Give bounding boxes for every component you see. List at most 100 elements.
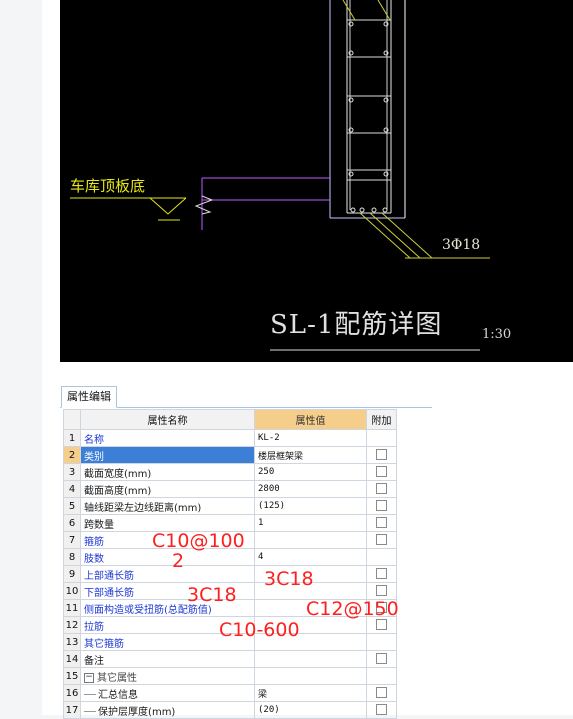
property-row[interactable]: 6 跨数量 1 bbox=[63, 514, 397, 532]
property-name: 肢数 bbox=[84, 553, 104, 565]
rebar-label: 3Φ18 bbox=[442, 237, 481, 253]
property-name-cell[interactable]: 截面高度(mm) bbox=[80, 480, 255, 498]
extra-checkbox[interactable] bbox=[376, 687, 387, 699]
annotation-tie-bar: C10-600 bbox=[219, 619, 300, 641]
column-header-extra[interactable]: 附加 bbox=[366, 409, 397, 430]
row-number[interactable]: 12 bbox=[63, 616, 81, 634]
property-row[interactable]: 14 备注 bbox=[63, 650, 397, 668]
property-row[interactable]: 16 ── 汇总信息梁 bbox=[63, 684, 397, 702]
extra-cell bbox=[366, 650, 397, 668]
extra-checkbox[interactable] bbox=[376, 704, 387, 716]
property-value-cell[interactable]: (20) bbox=[254, 701, 367, 719]
property-name-cell[interactable]: 名称 bbox=[80, 429, 255, 447]
property-name: 名称 bbox=[84, 434, 104, 446]
property-value-cell[interactable]: 梁 bbox=[254, 684, 367, 702]
extra-checkbox[interactable] bbox=[376, 483, 387, 495]
row-number[interactable]: 14 bbox=[63, 650, 81, 668]
property-row[interactable]: 1 名称 KL-2 bbox=[63, 429, 397, 447]
extra-cell bbox=[366, 531, 397, 549]
extra-checkbox[interactable] bbox=[376, 500, 387, 512]
property-row[interactable]: 2 类别 楼层框架梁 bbox=[63, 446, 397, 464]
extra-checkbox[interactable] bbox=[376, 568, 387, 580]
property-name: 跨数量 bbox=[84, 519, 114, 531]
property-value-cell[interactable]: 4 bbox=[254, 548, 367, 566]
property-name-cell[interactable]: 轴线距梁左边线距离(mm) bbox=[80, 497, 255, 515]
column-header-value[interactable]: 属性值 bbox=[254, 409, 367, 430]
row-number[interactable]: 9 bbox=[63, 565, 81, 583]
property-grid: 属性名称 属性值 附加 1 名称 KL-2 2 类别 楼层框架梁 3 截面宽度(mm) 250 4… bbox=[63, 409, 397, 719]
extra-checkbox[interactable] bbox=[376, 517, 387, 529]
extra-cell bbox=[366, 463, 397, 481]
annotation-bottom-bar: 3C18 bbox=[187, 584, 237, 606]
property-value-cell[interactable]: (125) bbox=[254, 497, 367, 515]
row-number[interactable]: 16 bbox=[63, 684, 81, 702]
row-number[interactable]: 13 bbox=[63, 633, 81, 651]
property-value-cell[interactable]: 250 bbox=[254, 463, 367, 481]
property-row[interactable]: 15− 其它属性 bbox=[63, 667, 397, 685]
property-editor-panel: 属性编辑 属性名称 属性值 附加 1 名称 KL-2 2 类别 楼层框架梁 3 截面宽度(mm… bbox=[60, 385, 432, 719]
property-name: 汇总信息 bbox=[98, 689, 139, 701]
row-number[interactable]: 7 bbox=[63, 531, 81, 549]
property-value-cell[interactable]: 1 bbox=[254, 514, 367, 532]
tab-strip: 属性编辑 bbox=[60, 385, 432, 408]
row-number[interactable]: 11 bbox=[63, 599, 81, 617]
drawing-scale: 1:30 bbox=[482, 327, 512, 342]
row-number[interactable]: 1 bbox=[63, 429, 81, 447]
property-row[interactable]: 17 ── 保护层厚度(mm) (20) bbox=[63, 701, 397, 719]
property-name-cell[interactable]: 上部通长筋 bbox=[80, 565, 255, 583]
extra-checkbox[interactable] bbox=[376, 449, 387, 461]
annotation-stirrup: C10@100 bbox=[152, 530, 245, 552]
property-value-cell[interactable] bbox=[254, 531, 367, 549]
extra-checkbox[interactable] bbox=[376, 619, 387, 631]
property-name-cell[interactable]: ── 汇总信息 bbox=[80, 684, 255, 702]
property-name-cell[interactable]: 类别 bbox=[80, 446, 255, 464]
row-number[interactable]: 5 bbox=[63, 497, 81, 515]
property-value-cell[interactable]: KL-2 bbox=[254, 429, 367, 447]
extra-cell bbox=[366, 701, 397, 719]
property-value-cell[interactable] bbox=[254, 667, 367, 685]
property-name-cell[interactable]: 截面宽度(mm) bbox=[80, 463, 255, 481]
property-name: 其它箍筋 bbox=[84, 638, 124, 650]
property-name-cell[interactable]: ── 保护层厚度(mm) bbox=[80, 701, 255, 719]
row-number[interactable]: 10 bbox=[63, 582, 81, 600]
property-value-cell[interactable]: 2800 bbox=[254, 480, 367, 498]
extra-cell bbox=[366, 514, 397, 532]
extra-checkbox[interactable] bbox=[376, 534, 387, 546]
property-value-cell[interactable]: 楼层框架梁 bbox=[254, 446, 367, 464]
extra-checkbox[interactable] bbox=[376, 466, 387, 478]
collapse-icon[interactable]: − bbox=[84, 672, 94, 683]
grid-header: 属性名称 属性值 附加 bbox=[63, 409, 397, 430]
column-header-name[interactable]: 属性名称 bbox=[80, 409, 255, 430]
tab-property-edit[interactable]: 属性编辑 bbox=[61, 386, 117, 408]
property-row[interactable]: 4 截面高度(mm) 2800 bbox=[63, 480, 397, 498]
extra-cell bbox=[366, 684, 397, 702]
row-number[interactable]: 8 bbox=[63, 548, 81, 566]
extra-cell bbox=[366, 480, 397, 498]
property-name: 上部通长筋 bbox=[84, 570, 134, 582]
property-row[interactable]: 3 截面宽度(mm) 250 bbox=[63, 463, 397, 481]
row-number[interactable]: 3 bbox=[63, 463, 81, 481]
property-name-cell[interactable]: 备注 bbox=[80, 650, 255, 668]
row-number[interactable]: 6 bbox=[63, 514, 81, 532]
property-name-cell[interactable]: 跨数量 bbox=[80, 514, 255, 532]
property-row[interactable]: 9 上部通长筋 bbox=[63, 565, 397, 583]
property-name: 拉筋 bbox=[84, 621, 104, 633]
property-row[interactable]: 5 轴线距梁左边线距离(mm) (125) bbox=[63, 497, 397, 515]
property-name-cell[interactable]: − 其它属性 bbox=[80, 667, 255, 685]
row-number[interactable]: 17 bbox=[63, 701, 81, 719]
property-name: 截面宽度(mm) bbox=[84, 468, 152, 480]
extra-cell bbox=[366, 548, 397, 566]
corner-cell bbox=[63, 409, 81, 430]
row-number[interactable]: 4 bbox=[63, 480, 81, 498]
extra-checkbox[interactable] bbox=[376, 585, 387, 597]
property-name: 保护层厚度(mm) bbox=[98, 706, 176, 718]
extra-cell bbox=[366, 429, 397, 447]
extra-checkbox[interactable] bbox=[376, 653, 387, 665]
slab-label: 车库顶板底 bbox=[70, 177, 146, 195]
row-number[interactable]: 2 bbox=[63, 446, 81, 464]
extra-cell bbox=[366, 446, 397, 464]
tree-line-icon: ── bbox=[84, 706, 97, 718]
row-number[interactable]: 15 bbox=[63, 667, 81, 685]
property-value-cell[interactable] bbox=[254, 650, 367, 668]
grid-body: 1 名称 KL-2 2 类别 楼层框架梁 3 截面宽度(mm) 250 4 截面高度(mm) 2800… bbox=[63, 429, 397, 719]
